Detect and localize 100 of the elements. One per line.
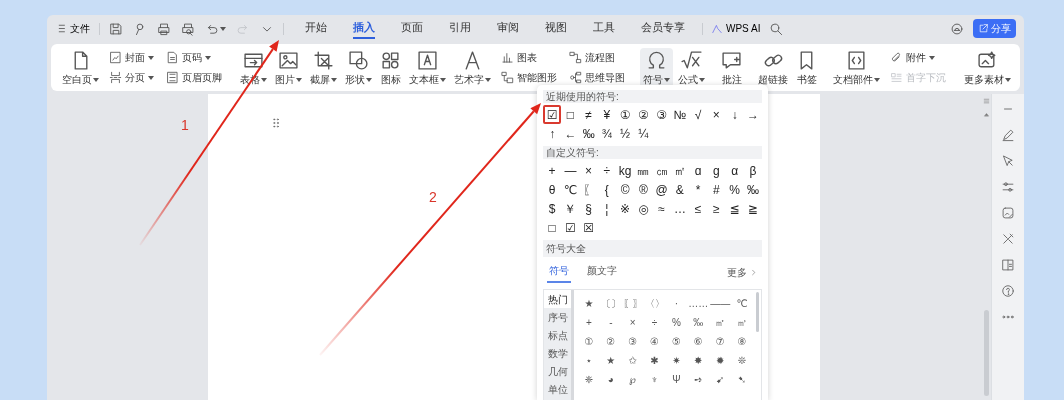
- file-menu[interactable]: 文件: [55, 21, 91, 36]
- ribbon-button[interactable]: 文本框: [406, 47, 449, 88]
- symbol-button[interactable]: ◎: [634, 199, 653, 218]
- symbol-button[interactable]: %: [665, 313, 688, 332]
- symbol-button[interactable]: ￥: [561, 199, 580, 218]
- symbol-button[interactable]: ㎥: [731, 313, 753, 332]
- quick-access-button[interactable]: [108, 21, 124, 36]
- symbol-button[interactable]: ×: [707, 105, 726, 124]
- symbol-button[interactable]: ½: [616, 124, 635, 143]
- ribbon-button[interactable]: 更多素材: [961, 47, 1014, 88]
- symbol-button[interactable]: ——: [709, 294, 732, 313]
- symbol-button[interactable]: $: [543, 199, 562, 218]
- symbol-button[interactable]: ③: [621, 332, 644, 351]
- symbol-button[interactable]: ♆: [643, 370, 666, 389]
- ribbon-button[interactable]: 空白页: [59, 47, 102, 88]
- ribbon-tab[interactable]: 页面: [401, 18, 423, 39]
- symbol-button[interactable]: θ: [543, 180, 562, 199]
- symbol-button[interactable]: →: [743, 105, 762, 124]
- symbol-button[interactable]: ◕: [599, 370, 622, 389]
- symbol-button[interactable]: %: [725, 180, 744, 199]
- category-item[interactable]: 几何: [544, 362, 571, 380]
- symbol-button[interactable]: ‰: [743, 180, 762, 199]
- symbol-button[interactable]: 〖: [579, 180, 598, 199]
- scrollbar-thumb[interactable]: [983, 310, 989, 396]
- symbol-button[interactable]: +: [578, 313, 600, 332]
- symbol-button[interactable]: -: [599, 313, 622, 332]
- quick-access-button[interactable]: [180, 21, 196, 36]
- symbol-button[interactable]: 〖〗: [621, 294, 644, 313]
- symbol-button[interactable]: +: [543, 161, 562, 180]
- symbol-button[interactable]: ≈: [652, 199, 671, 218]
- symbol-button[interactable]: □: [561, 105, 580, 124]
- symbol-button[interactable]: ✷: [665, 351, 688, 370]
- ribbon-button[interactable]: 页码: [164, 51, 224, 64]
- ribbon-button[interactable]: 公式: [675, 47, 708, 88]
- symbol-button[interactable]: ①: [616, 105, 635, 124]
- symbol-button[interactable]: ㎡: [670, 161, 689, 180]
- symbol-button[interactable]: ❊: [731, 351, 753, 370]
- symbol-button[interactable]: ‰: [687, 313, 710, 332]
- symbol-button[interactable]: ❈: [578, 370, 600, 389]
- category-item[interactable]: 数学: [544, 344, 571, 362]
- ribbon-tab[interactable]: 会员专享: [641, 18, 685, 39]
- symbol-button[interactable]: ㎝: [652, 161, 671, 180]
- symbol-button[interactable]: ➷: [731, 370, 753, 389]
- symbol-button[interactable]: ¾: [597, 124, 616, 143]
- side-toolbar-button[interactable]: [1001, 232, 1015, 246]
- side-toolbar-button[interactable]: [1001, 128, 1015, 142]
- ribbon-tab[interactable]: 开始: [305, 18, 327, 39]
- ribbon-tab[interactable]: 审阅: [497, 18, 519, 39]
- symbol-button[interactable]: ㎡: [709, 313, 732, 332]
- symbol-button[interactable]: kg: [616, 161, 635, 180]
- symbol-button[interactable]: ②: [634, 105, 653, 124]
- symbol-button[interactable]: ≧: [743, 199, 762, 218]
- ribbon-tab[interactable]: 视图: [545, 18, 567, 39]
- scrollbar-thumb[interactable]: [756, 292, 759, 332]
- ribbon-button[interactable]: 页眉页脚: [164, 71, 224, 84]
- symbol-button[interactable]: ★: [578, 294, 600, 313]
- ribbon-button[interactable]: 文档部件: [830, 47, 883, 88]
- side-toolbar-button[interactable]: [1001, 154, 1015, 168]
- ribbon-button[interactable]: 超链接: [755, 47, 791, 88]
- ribbon-button[interactable]: 截屏: [307, 47, 340, 88]
- side-toolbar-button[interactable]: [1001, 206, 1015, 220]
- symbol-button[interactable]: ≦: [725, 199, 744, 218]
- symbol-button[interactable]: ✹: [709, 351, 732, 370]
- category-item[interactable]: 热门: [544, 290, 571, 308]
- symbol-button[interactable]: ¼: [634, 124, 653, 143]
- symbol-button[interactable]: 〈〉: [643, 294, 666, 313]
- symbol-button[interactable]: ⋆: [578, 351, 600, 370]
- ribbon-button[interactable]: 流程图: [567, 51, 627, 64]
- symbol-button[interactable]: ↑: [543, 124, 562, 143]
- ribbon-button[interactable]: 智能图形: [499, 71, 559, 84]
- symbol-button[interactable]: ®: [634, 180, 653, 199]
- symbol-button[interactable]: ≠: [579, 105, 598, 124]
- cloud-button[interactable]: [949, 21, 965, 36]
- symbol-button[interactable]: ✩: [621, 351, 644, 370]
- category-item[interactable]: 单位: [544, 380, 571, 398]
- ribbon-tab[interactable]: 引用: [449, 18, 471, 39]
- symbol-button[interactable]: —: [561, 161, 580, 180]
- symbol-button[interactable]: ɑ: [689, 161, 708, 180]
- symbol-button[interactable]: ✸: [687, 351, 710, 370]
- ribbon-button[interactable]: 图标: [377, 47, 404, 88]
- symbol-button[interactable]: ·: [665, 294, 688, 313]
- symbol-button[interactable]: *: [689, 180, 708, 199]
- symbol-button[interactable]: ×: [579, 161, 598, 180]
- symbol-button[interactable]: ①: [578, 332, 600, 351]
- symbol-button[interactable]: ★: [599, 351, 622, 370]
- ribbon-button[interactable]: 形状: [342, 47, 375, 88]
- symbol-button[interactable]: β: [743, 161, 762, 180]
- ribbon-button[interactable]: 图表: [499, 51, 559, 64]
- symbol-button[interactable]: ↓: [725, 105, 744, 124]
- symbol-button[interactable]: ④: [643, 332, 666, 351]
- ribbon-button[interactable]: 符号: [640, 47, 673, 88]
- quick-access-button[interactable]: [156, 21, 172, 36]
- symbol-button[interactable]: ③: [652, 105, 671, 124]
- symbol-button[interactable]: {: [597, 180, 616, 199]
- library-tab[interactable]: 颜文字: [585, 263, 619, 283]
- symbol-button[interactable]: ℃: [561, 180, 580, 199]
- symbol-button[interactable]: №: [670, 105, 689, 124]
- symbol-button[interactable]: ②: [599, 332, 622, 351]
- symbol-button[interactable]: ⑦: [709, 332, 732, 351]
- more-link[interactable]: 更多: [727, 265, 758, 283]
